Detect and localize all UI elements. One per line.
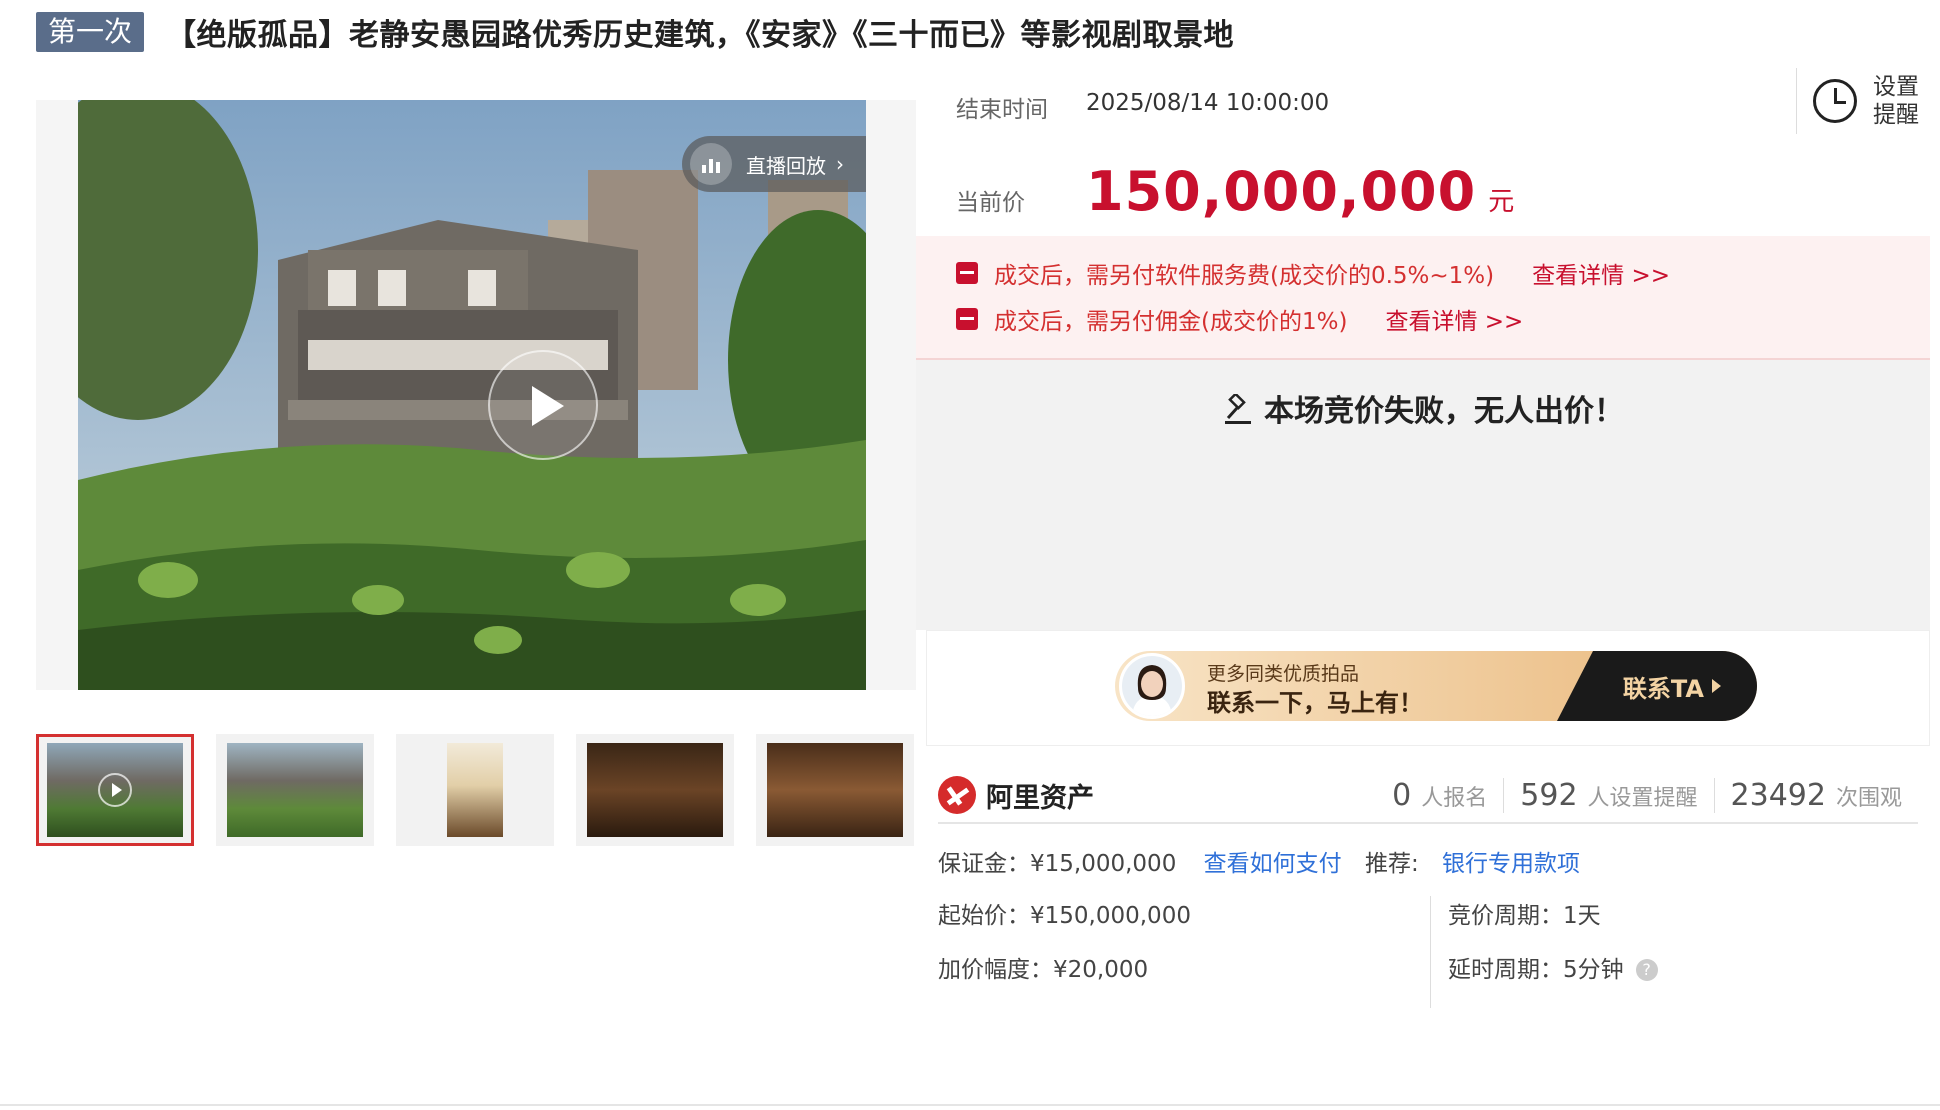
ali-assets-logo-icon [938,776,976,814]
chart-bars-icon [690,143,732,185]
chevron-right-icon: › [836,152,844,176]
bid-increment: 加价幅度：¥20,000 [938,957,1149,983]
stats-row: 阿里资产 0 人报名 592 人设置提醒 23492 次围观 [938,768,1918,824]
service-fee-text: 成交后，需另付软件服务费(成交价的0.5%~1%) [994,263,1495,289]
fee-notice-box: 成交后，需另付软件服务费(成交价的0.5%~1%) 查看详情 >> 成交后，需另… [916,236,1930,360]
extend-period: 延时周期：5分钟 [1448,957,1624,983]
bottom-divider [0,1104,1940,1106]
thumbnail-strip [36,734,916,846]
current-price-label: 当前价 [956,190,1025,216]
live-replay-button[interactable]: 直播回放 › [682,136,866,192]
service-fee-notice: 成交后，需另付软件服务费(成交价的0.5%~1%) 查看详情 >> [956,256,1670,290]
bid-period: 竞价周期：1天 [1448,903,1601,929]
contact-agent-button[interactable]: 联系TA [1557,651,1757,721]
end-time-row: 结束时间 2025/08/14 10:00:00 [956,90,1329,124]
bank-payment-link[interactable]: 银行专用款项 [1442,851,1580,877]
round-badge: 第一次 [36,12,145,52]
current-price-value: 150,000,000 [1086,160,1477,223]
set-reminder-button[interactable]: 设置 提醒 [1796,68,1926,134]
gavel-icon [1225,394,1251,424]
deposit-text: 保证金：¥15,000,000 [938,851,1177,877]
platform-brand: 阿里资产 [938,776,1094,815]
stat-registrations: 0 人报名 [1376,778,1503,813]
reminder-label: 设置 提醒 [1873,73,1921,129]
auction-result-box: 本场竞价失败，无人出价！ [916,360,1930,630]
play-icon [98,773,132,807]
thumbnail-image [447,743,503,837]
thumbnail-4[interactable] [576,734,734,846]
platform-name: 阿里资产 [986,782,1094,814]
commission-text: 成交后，需另付佣金(成交价的1%) [994,309,1348,335]
live-replay-label: 直播回放 [746,153,826,178]
commission-details-link[interactable]: 查看详情 >> [1385,302,1523,336]
commission-notice: 成交后，需另付佣金(成交价的1%) 查看详情 >> [956,302,1523,336]
promo-banner[interactable]: 更多同类优质拍品 联系一下，马上有！ 联系TA [1115,651,1757,721]
auction-result: 本场竞价失败，无人出价！ [916,386,1930,430]
recommend-label: 推荐: [1364,851,1419,877]
stat-label: 人设置提醒 [1587,785,1698,811]
extend-period-row: 延时周期：5分钟? [1448,950,1658,984]
alarm-clock-icon [1813,79,1857,123]
column-divider [1430,896,1431,1008]
thumbnail-5[interactable] [756,734,914,846]
agent-avatar [1119,653,1185,719]
fee-icon [956,308,978,330]
thumbnail-1[interactable] [36,734,194,846]
service-fee-details-link[interactable]: 查看详情 >> [1532,256,1670,290]
fee-icon [956,262,978,284]
current-price-row: 当前价 150,000,000 元 [956,160,1514,223]
stat-value: 0 [1392,777,1412,813]
stat-label: 次围观 [1835,785,1902,811]
reminder-label-line-2: 提醒 [1873,102,1919,128]
thumbnail-2[interactable] [216,734,374,846]
stat-label: 人报名 [1421,785,1488,811]
image-gallery: 直播回放 › [36,100,916,690]
stat-reminders: 592 人设置提醒 [1503,777,1713,813]
promo-banner-wrap: 更多同类优质拍品 联系一下，马上有！ 联系TA [926,630,1930,746]
stat-value: 592 [1520,777,1578,813]
thumbnail-image [227,743,363,837]
price-unit: 元 [1488,187,1515,217]
promo-line-1: 更多同类优质拍品 [1207,663,1360,685]
start-price: 起始价：¥150,000,000 [938,903,1191,929]
end-time-label: 结束时间 [956,97,1048,123]
payment-howto-link[interactable]: 查看如何支付 [1204,851,1342,877]
auction-stats: 0 人报名 592 人设置提醒 23492 次围观 [1376,777,1918,813]
reminder-label-line-1: 设置 [1873,74,1919,100]
thumbnail-image [587,743,723,837]
page-title: 【绝版孤品】老静安愚园路优秀历史建筑，《安家》《三十而已》等影视剧取景地 [166,18,1235,53]
stat-value: 23492 [1730,777,1826,813]
auction-result-text: 本场竞价失败，无人出价！ [1264,394,1624,429]
stat-views: 23492 次围观 [1713,777,1918,813]
main-photo[interactable]: 直播回放 › [78,100,866,690]
video-play-button[interactable] [488,350,598,460]
end-time-value: 2025/08/14 10:00:00 [1086,90,1330,116]
help-icon[interactable]: ? [1635,959,1658,981]
deposit-row: 保证金：¥15,000,000 查看如何支付 推荐: 银行专用款项 [938,844,1580,878]
title-row: 第一次 【绝版孤品】老静安愚园路优秀历史建筑，《安家》《三十而已》等影视剧取景地 [36,10,1234,54]
thumbnail-3[interactable] [396,734,554,846]
promo-line-2: 联系一下，马上有！ [1207,689,1423,717]
thumbnail-image [767,743,903,837]
